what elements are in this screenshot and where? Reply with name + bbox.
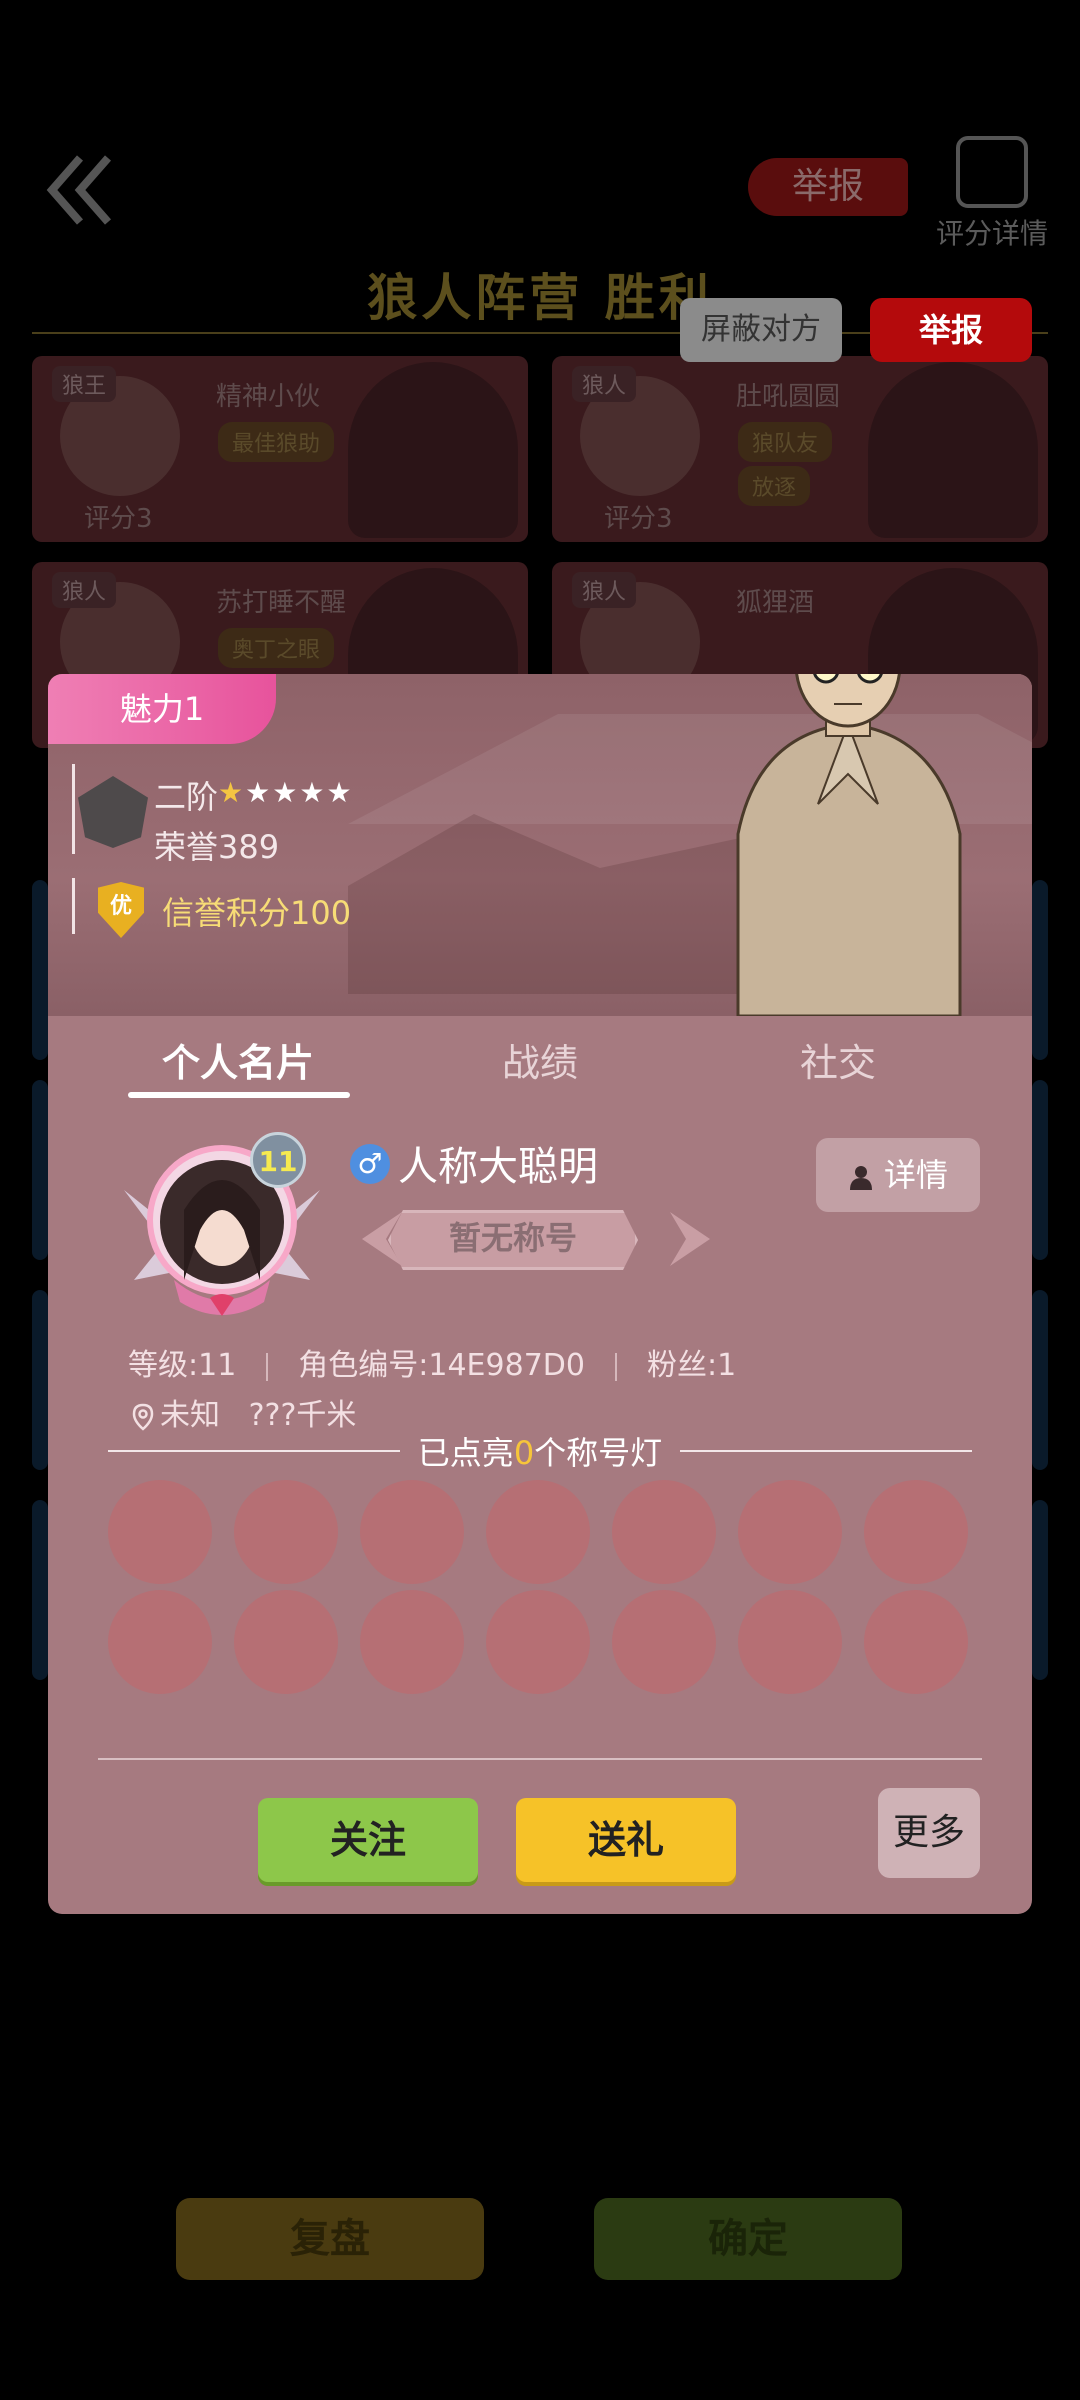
card-edge [32,1290,48,1470]
star-empty-icon: ★ [299,776,327,809]
lights-count: 0 [513,1434,535,1472]
title-light-slot[interactable] [612,1480,716,1584]
user-stats-row: 等级:11 角色编号:14E987D0 粉丝:1 [128,1340,736,1384]
title-lights-caption: 已点亮0个称号灯 [108,1428,972,1474]
star-empty-icon: ★ [272,776,300,809]
tab-social[interactable]: 社交 [728,1032,948,1087]
credit-score: 信誉积分100 [162,894,352,932]
details-label: 详情 [883,1156,948,1194]
player-name: 狐狸酒 [736,588,815,618]
background-report-button[interactable]: 举报 [748,158,908,216]
fans-count-text[interactable]: 粉丝:1 [647,1348,736,1383]
tab-business-card[interactable]: 个人名片 [128,1032,348,1087]
title-light-slot[interactable] [360,1590,464,1694]
player-card[interactable]: 狼人 评分3 肚吼圆圆 狼队友 放逐 [552,356,1048,542]
card-edge [1032,1080,1048,1260]
title-light-slot[interactable] [108,1590,212,1694]
user-title-badge: 暂无称号 [388,1210,638,1270]
charm-badge: 魅力1 [48,674,276,744]
rank-label: 二阶 [154,778,219,816]
title-light-slot[interactable] [738,1480,842,1584]
charm-label: 魅力 [119,690,184,728]
title-light-slot[interactable] [234,1480,338,1584]
report-button[interactable]: 举报 [870,298,1032,362]
title-light-slot[interactable] [864,1480,968,1584]
list-icon [956,136,1028,208]
follow-button[interactable]: 关注 [258,1798,478,1882]
title-lights-header: 已点亮0个称号灯 [108,1424,972,1474]
charm-value: 1 [183,690,205,728]
title-light-slot[interactable] [612,1590,716,1694]
card-edge [32,1500,48,1680]
wolf-portrait [348,362,518,538]
award-tag: 狼队友 [738,422,833,462]
block-user-button[interactable]: 屏蔽对方 [680,298,842,362]
role-badge: 狼人 [572,366,637,402]
title-light-slot[interactable] [234,1590,338,1694]
title-light-slot[interactable] [864,1590,968,1694]
character-portrait [736,674,962,1016]
title-light-slot[interactable] [486,1480,590,1584]
person-icon [849,1166,872,1190]
honor-label: 荣誉389 [154,828,280,866]
rank-stars: ★★★★★ [218,776,354,809]
role-badge: 狼人 [572,572,637,608]
player-name: 苏打睡不醒 [216,588,347,618]
profile-popup: 魅力1 二阶 ★★★★★ 荣誉389 优 信誉积分100 个人名片 战绩 社交 [48,674,1032,1914]
title-light-slot[interactable] [486,1590,590,1694]
send-gift-button[interactable]: 送礼 [516,1798,736,1882]
star-empty-icon: ★ [326,776,354,809]
role-badge: 狼人 [52,572,117,608]
user-level-badge: 11 [250,1132,306,1188]
star-filled-icon: ★ [218,776,246,809]
active-tab-indicator [128,1092,350,1098]
score-detail-button[interactable]: 评分详情 [936,136,1048,252]
card-edge [1032,1500,1048,1680]
action-divider [98,1758,982,1760]
stat-separator [614,1352,617,1381]
replay-button[interactable]: 复盘 [176,2198,484,2280]
player-score: 评分3 [604,504,673,534]
role-id-text[interactable]: 角色编号:14E987D0 [298,1348,585,1383]
user-level-text: 等级:11 [128,1348,237,1383]
card-edge [32,880,48,1060]
lights-prefix: 已点亮 [417,1434,514,1472]
male-gender-icon: ♂ [350,1144,390,1184]
player-card[interactable]: 狼王 评分3 精神小伙 最佳狼助 [32,356,528,542]
player-score: 评分3 [84,504,153,534]
title-light-slot[interactable] [360,1480,464,1584]
role-badge: 狼王 [52,366,117,402]
lights-suffix: 个称号灯 [534,1434,663,1472]
card-edge [1032,1290,1048,1470]
user-nickname: 人称大聪明 [398,1144,598,1190]
title-wing-right-icon [670,1212,710,1266]
more-button[interactable]: 更多 [878,1788,980,1878]
star-empty-icon: ★ [245,776,273,809]
award-tag: 放逐 [738,466,811,506]
award-tag: 最佳狼助 [218,422,335,462]
title-light-slot[interactable] [108,1480,212,1584]
card-edge [1032,880,1048,1060]
details-button[interactable]: 详情 [816,1138,980,1212]
score-detail-label: 评分详情 [936,217,1049,250]
award-tag: 奥丁之眼 [218,628,335,668]
back-chevron-icon[interactable] [46,150,116,230]
card-edge [32,1080,48,1260]
player-name: 精神小伙 [216,382,321,412]
rank-divider [72,764,75,854]
credit-divider [72,878,75,934]
tab-records[interactable]: 战绩 [430,1032,650,1087]
stat-separator [266,1352,269,1381]
confirm-button[interactable]: 确定 [594,2198,902,2280]
title-light-slot[interactable] [738,1590,842,1694]
player-name: 肚吼圆圆 [736,382,841,412]
wolf-portrait [868,362,1038,538]
